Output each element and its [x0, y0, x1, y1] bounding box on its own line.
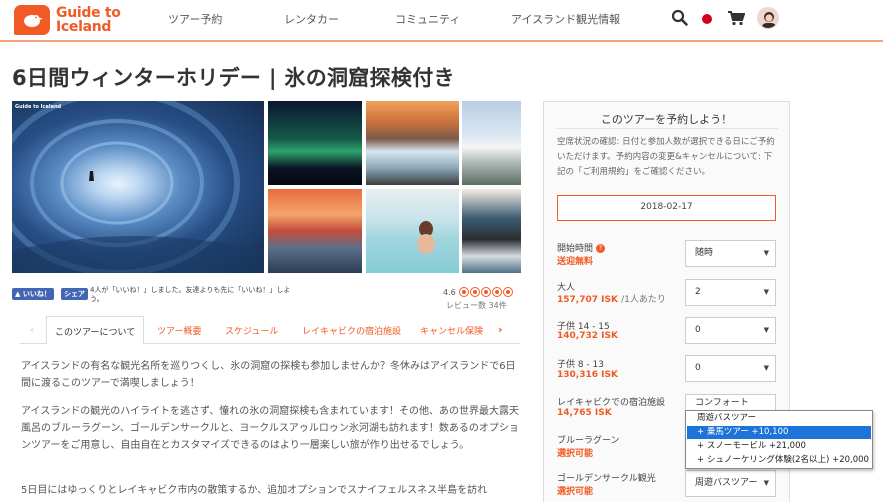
date-picker-field[interactable]: 2018-02-17: [557, 195, 776, 221]
adult-count-value: 2: [695, 287, 701, 297]
tab-about[interactable]: このツアーについて: [46, 316, 145, 345]
site-header: Guide to Iceland ツアー予約 レンタカー コミュニティ アイスラ…: [0, 0, 883, 42]
child-8-13-select[interactable]: 0 ▼: [685, 355, 776, 382]
language-flag-icon[interactable]: [701, 13, 713, 28]
site-logo[interactable]: Guide to Iceland: [14, 5, 121, 35]
golden-circle-label: ゴールデンサークル観光: [557, 474, 656, 484]
rating-star-icon: [459, 287, 469, 297]
nav-community[interactable]: コミュニティ: [395, 11, 460, 27]
main-photo-ice-cave[interactable]: Guide to Iceland: [12, 101, 264, 273]
avatar[interactable]: [757, 7, 779, 29]
tab-accommodation[interactable]: レイキャビクの宿泊施設: [302, 324, 401, 337]
free-pickup-text: 送迎無料: [557, 257, 594, 267]
photo-waterfall[interactable]: [366, 101, 459, 185]
child-14-15-value: 0: [695, 325, 701, 335]
photo-watermark: Guide to Iceland: [15, 104, 62, 110]
rating-star-icon: [503, 287, 513, 297]
adult-count-select[interactable]: 2 ▼: [685, 279, 776, 306]
golden-circle-select[interactable]: 周遊バスツアー ▼: [685, 470, 776, 497]
accommodation-value: コンフォート: [695, 398, 749, 408]
dropdown-option[interactable]: + シュノーケリング体験(2名以上) +20,000: [687, 454, 871, 467]
divider: [556, 128, 778, 129]
golden-circle-availability: 選択可能: [557, 487, 594, 497]
rating-star-icon: [470, 287, 480, 297]
description-paragraph: アイスランドの有名な観光名所を巡りつくし、氷の洞窟の探検も参加しませんか？冬休み…: [21, 361, 516, 389]
start-time-label: 開始時間 ?: [557, 241, 605, 254]
chevron-down-icon: ▼: [763, 249, 769, 257]
chevron-down-icon: ▼: [763, 288, 769, 296]
start-time-label-text: 開始時間: [557, 244, 594, 254]
cart-icon[interactable]: [727, 10, 746, 29]
facebook-share-button[interactable]: シェア: [61, 288, 88, 300]
dropdown-option-highlighted[interactable]: + 乗馬ツアー +10,100: [687, 426, 871, 439]
tab-schedule[interactable]: スケジュール: [225, 324, 278, 337]
chevron-down-icon: ▼: [763, 479, 769, 487]
logo-line2: Iceland: [56, 19, 112, 35]
tab-scroll-left-icon[interactable]: ‹: [30, 323, 34, 336]
child-8-13-price: 130,316 ISK: [557, 370, 618, 380]
tab-overview[interactable]: ツアー概要: [157, 324, 201, 337]
accommodation-label: レイキャビクでの宿泊施設: [557, 398, 666, 408]
photo-glacier-lagoon[interactable]: [268, 189, 362, 273]
blue-lagoon-label: ブルーラグーン: [557, 436, 620, 446]
photo-winter-coast[interactable]: [462, 189, 521, 273]
logo-line1: Guide to: [56, 5, 121, 21]
tour-tabs: ‹ このツアーについて ツアー概要 スケジュール レイキャビクの宿泊施設 キャン…: [20, 316, 520, 345]
adult-price: 157,707 ISK /1人あたり: [557, 292, 666, 305]
puffin-logo-icon: [14, 5, 50, 35]
blue-lagoon-availability: 選択可能: [557, 449, 594, 459]
description-paragraph: アイスランドの観光のハイライトを逃さず、憧れの氷の洞窟探検も含まれています！その…: [21, 406, 519, 451]
chevron-down-icon: ▼: [763, 364, 769, 372]
rating-score: 4.6: [443, 288, 456, 297]
rating-stars: [459, 287, 513, 297]
nav-travel-info[interactable]: アイスランド観光情報: [511, 11, 620, 27]
facebook-like-label: いいね！: [22, 290, 51, 298]
booking-info-text: 空席状況の確認: 日付と参加人数が選択できる日にご予約いただけます。予約内容の変…: [557, 137, 775, 177]
per-person-text: /1人あたり: [621, 295, 666, 305]
help-icon[interactable]: ?: [595, 244, 605, 253]
search-icon[interactable]: [671, 9, 689, 30]
rating-star-icon: [492, 287, 502, 297]
social-like-text: 4人が「いいね！」しました。友達よりも先に「いいね！」しよう。: [90, 286, 291, 303]
dropdown-option[interactable]: + スノーモービル +21,000: [687, 440, 871, 453]
adult-price-value: 157,707 ISK: [557, 295, 618, 305]
nav-tours[interactable]: ツアー予約: [168, 11, 222, 27]
thumbs-up-icon: ▲: [15, 290, 21, 298]
photo-geyser[interactable]: [462, 101, 521, 185]
child-8-13-value: 0: [695, 363, 701, 373]
rating-star-icon: [481, 287, 491, 297]
nav-car-rental[interactable]: レンタカー: [284, 11, 339, 27]
child-8-13-label: 子供 8 - 13: [557, 360, 605, 370]
child-14-15-price: 140,732 ISK: [557, 331, 618, 341]
photo-blue-lagoon[interactable]: [366, 189, 459, 273]
child-14-15-select[interactable]: 0 ▼: [685, 317, 776, 344]
start-time-select[interactable]: 随時 ▼: [685, 240, 776, 267]
tab-scroll-right-icon[interactable]: ›: [498, 323, 503, 336]
review-count[interactable]: レビュー数 34件: [446, 300, 507, 311]
facebook-like-button[interactable]: ▲ いいね！: [12, 288, 54, 300]
page-title: 6日間ウィンターホリデー | 氷の洞窟探検付き: [12, 66, 455, 90]
accommodation-price: 14,765 ISK: [557, 408, 612, 418]
start-time-value: 随時: [695, 248, 714, 258]
booking-title: このツアーを予約しよう！: [600, 113, 733, 126]
dropdown-option[interactable]: 周遊バスツアー: [687, 412, 871, 425]
tab-cancellation-insurance[interactable]: キャンセル保険: [420, 324, 483, 337]
chevron-down-icon: ▼: [763, 326, 769, 334]
golden-circle-dropdown: 周遊バスツアー + 乗馬ツアー +10,100 + スノーモービル +21,00…: [685, 410, 873, 469]
golden-circle-value: 周遊バスツアー: [695, 478, 758, 488]
description-paragraph: 5日目にはゆっくりとレイキャビク市内の散策するか、追加オプションでスナイフェルス…: [21, 485, 488, 496]
photo-aurora[interactable]: [268, 101, 362, 185]
